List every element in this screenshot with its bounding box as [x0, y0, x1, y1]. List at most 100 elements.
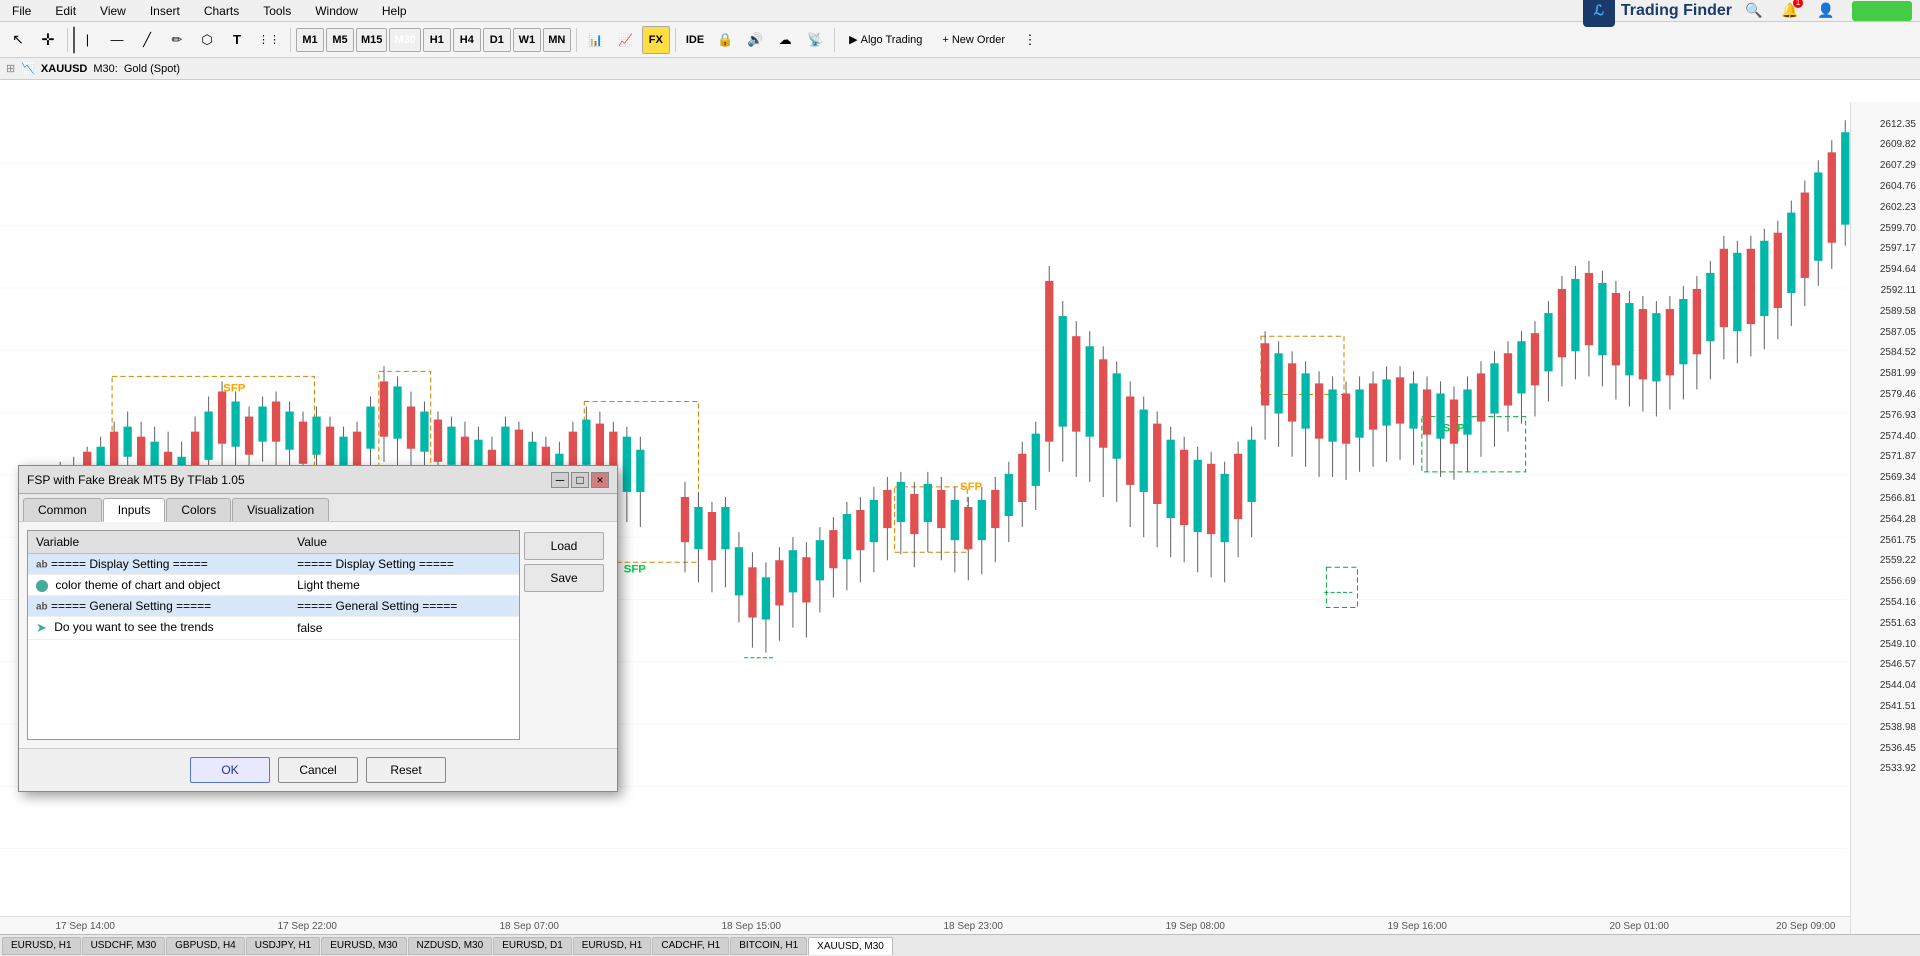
tab-eurusd-h1[interactable]: EURUSD, H1: [2, 937, 81, 955]
svg-text:SFP: SFP: [223, 383, 246, 395]
table-row[interactable]: ab ===== Display Setting ===== ===== Dis…: [28, 554, 519, 575]
sep4: [675, 28, 676, 52]
shapes-tool[interactable]: ⬡: [193, 26, 221, 54]
menu-edit[interactable]: Edit: [51, 2, 80, 20]
table-row[interactable]: ab ===== General Setting ===== ===== Gen…: [28, 596, 519, 617]
sep5: [834, 28, 835, 52]
tab-eurusd-h1b[interactable]: EURUSD, H1: [573, 937, 652, 955]
tf-h4[interactable]: H4: [453, 28, 481, 52]
tf-d1[interactable]: D1: [483, 28, 511, 52]
indicators-btn[interactable]: 📈: [612, 26, 640, 54]
dialog-tab-common[interactable]: Common: [23, 498, 102, 521]
dialog-close-btn[interactable]: ×: [591, 472, 609, 488]
algo-trading-label: Algo Trading: [861, 34, 923, 46]
price-2551: 2551.63: [1880, 618, 1916, 629]
price-2554: 2554.16: [1880, 597, 1916, 608]
price-2556: 2556.69: [1880, 576, 1916, 587]
tf-h1[interactable]: H1: [423, 28, 451, 52]
balance-indicator: [1852, 1, 1912, 21]
menu-file[interactable]: File: [8, 2, 35, 20]
row2-variable: color theme of chart and object: [28, 575, 289, 596]
text-tool[interactable]: T: [223, 26, 251, 54]
inputs-table-wrapper: Variable Value ab ===== Display Setting …: [27, 530, 520, 740]
tab-eurusd-d1[interactable]: EURUSD, D1: [493, 937, 572, 955]
table-row[interactable]: color theme of chart and object Light th…: [28, 575, 519, 596]
dialog-tab-inputs[interactable]: Inputs: [103, 498, 166, 522]
trend-line-tool[interactable]: ╱: [133, 26, 161, 54]
tab-usdjpy-h1[interactable]: USDJPY, H1: [246, 937, 321, 955]
price-2564: 2564.28: [1880, 514, 1916, 525]
row4-value[interactable]: false: [289, 617, 519, 640]
lock-btn[interactable]: 🔒: [711, 26, 739, 54]
crosshair-tool[interactable]: ✛: [34, 26, 62, 54]
menu-view[interactable]: View: [96, 2, 130, 20]
tf-w1[interactable]: W1: [513, 28, 541, 52]
save-button[interactable]: Save: [524, 564, 604, 592]
cloud-btn[interactable]: ☁: [771, 26, 799, 54]
vertical-line-tool[interactable]: |: [73, 26, 101, 54]
tab-cadchf-h1[interactable]: CADCHF, H1: [652, 937, 729, 955]
chart-type-btn[interactable]: 📊: [582, 26, 610, 54]
tf-m15[interactable]: M15: [356, 28, 387, 52]
time-20sep01: 20 Sep 01:00: [1610, 921, 1670, 932]
load-button[interactable]: Load: [524, 532, 604, 560]
audio-btn[interactable]: 🔊: [741, 26, 769, 54]
price-2546: 2546.57: [1880, 659, 1916, 670]
ok-button[interactable]: OK: [190, 757, 270, 783]
signal-btn[interactable]: 📡: [801, 26, 829, 54]
horizontal-line-tool[interactable]: —: [103, 26, 131, 54]
tab-bitcoin-h1[interactable]: BITCOIN, H1: [730, 937, 807, 955]
dialog-maximize-btn[interactable]: □: [571, 472, 589, 488]
symbol-name: XAUUSD: [41, 63, 87, 75]
notification-button[interactable]: 🔔1: [1776, 0, 1804, 25]
tf-m5[interactable]: M5: [326, 28, 354, 52]
price-2544: 2544.04: [1880, 680, 1916, 691]
tf-m30[interactable]: M30: [389, 28, 420, 52]
menu-insert[interactable]: Insert: [146, 2, 184, 20]
tab-usdchf-m30[interactable]: USDCHF, M30: [82, 937, 166, 955]
dialog-minimize-btn[interactable]: ─: [551, 472, 569, 488]
indicator-dialog: FSP with Fake Break MT5 By TFlab 1.05 ─ …: [18, 465, 618, 792]
price-2587: 2587.05: [1880, 327, 1916, 338]
dialog-tabs: Common Inputs Colors Visualization: [19, 494, 617, 522]
more-btn[interactable]: ⋮: [1016, 26, 1044, 54]
menu-tools[interactable]: Tools: [259, 2, 295, 20]
menu-window[interactable]: Window: [311, 2, 362, 20]
dialog-tab-colors[interactable]: Colors: [166, 498, 231, 521]
tf-mn[interactable]: MN: [543, 28, 571, 52]
search-button[interactable]: 🔍: [1740, 0, 1768, 25]
price-2592: 2592.11: [1881, 285, 1916, 296]
algo-trading-btn[interactable]: ▶ Algo Trading: [840, 26, 931, 54]
dialog-tab-visualization[interactable]: Visualization: [232, 498, 329, 521]
price-2594: 2594.64: [1880, 264, 1916, 275]
fib-tool[interactable]: ⋮⋮: [253, 26, 285, 54]
row4-icon: ➤: [36, 620, 47, 635]
price-2576: 2576.93: [1880, 410, 1916, 421]
cursor-tool[interactable]: ↖: [4, 26, 32, 54]
menu-help[interactable]: Help: [378, 2, 411, 20]
account-button[interactable]: 👤: [1812, 0, 1840, 25]
tab-xauusd-m30[interactable]: XAUUSD, M30: [808, 937, 893, 955]
tab-nzdusd-m30[interactable]: NZDUSD, M30: [408, 937, 493, 955]
dialog-titlebar[interactable]: FSP with Fake Break MT5 By TFlab 1.05 ─ …: [19, 466, 617, 494]
tf-m1[interactable]: M1: [296, 28, 324, 52]
price-2597: 2597.17: [1880, 243, 1916, 254]
tab-eurusd-m30[interactable]: EURUSD, M30: [321, 937, 406, 955]
new-order-icon: +: [942, 34, 948, 46]
table-row[interactable]: ➤ Do you want to see the trends false: [28, 617, 519, 640]
menu-charts[interactable]: Charts: [200, 2, 243, 20]
row1-variable: ab ===== Display Setting =====: [28, 554, 289, 575]
fx-btn[interactable]: FX: [642, 26, 670, 54]
row1-value: ===== Display Setting =====: [289, 554, 519, 575]
tab-gbpusd-h4[interactable]: GBPUSD, H4: [166, 937, 245, 955]
reset-button[interactable]: Reset: [366, 757, 446, 783]
inputs-table: Variable Value ab ===== Display Setting …: [28, 531, 519, 640]
cancel-button[interactable]: Cancel: [278, 757, 358, 783]
price-2571: 2571.87: [1880, 451, 1916, 462]
ide-btn[interactable]: IDE: [681, 26, 709, 54]
header-right: ℒ Trading Finder 🔍 🔔1 👤: [1583, 0, 1912, 27]
row2-value[interactable]: Light theme: [289, 575, 519, 596]
draw-tool[interactable]: ✏: [163, 26, 191, 54]
price-2609: 2609.82: [1880, 139, 1916, 150]
new-order-btn[interactable]: + New Order: [933, 26, 1014, 54]
